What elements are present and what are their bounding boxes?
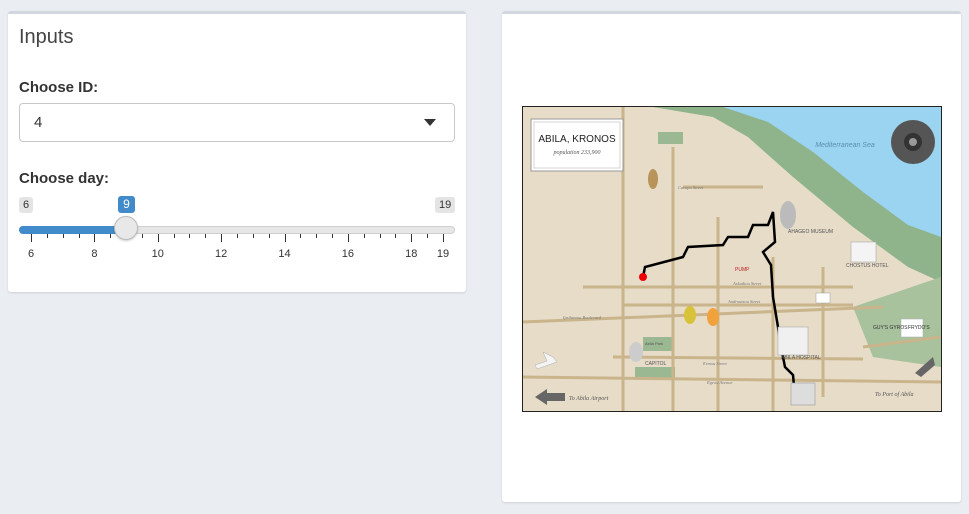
id-label: Choose ID: [19,79,99,96]
map-title-card [530,118,624,172]
slider-tick-label: 18 [405,248,418,260]
map-image: ABILA, KRONOS population 233,900 Mediter… [522,106,942,412]
slider-min-label: 6 [19,197,34,213]
slider-tick [141,234,143,238]
map-panel: ABILA, KRONOS population 233,900 Mediter… [502,11,961,502]
slider-tick-label: 16 [341,248,355,260]
slider-tick [94,234,96,242]
slider-tick [237,234,238,238]
location-marker-icon [639,273,647,281]
slider-tick [189,234,191,238]
street-label: Arkadiou Street [732,281,762,286]
map-park [658,132,683,144]
street-label: Carnpo Street [678,185,704,190]
cafe-icon [648,169,658,189]
slider-tick [157,234,159,242]
map-title: ABILA, KRONOS [538,134,616,145]
place-label: CHOSTUS HOTEL [846,263,889,269]
day-slider-fill [19,226,127,234]
shop-icon [815,292,831,304]
slider-tick [205,234,207,238]
place-label: FRYDO'S [908,325,930,331]
place-label: GUY'S GYROS [873,325,908,331]
slider-tick-label: 10 [151,248,164,260]
port-label: To Port of Abila [875,391,914,398]
id-select[interactable]: 4 [19,103,455,142]
day-label: Choose day: [19,170,110,187]
id-select-value: 4 [34,114,43,131]
abila-map: ABILA, KRONOS population 233,900 Mediter… [523,107,941,411]
slider-tick [284,234,286,242]
slider-tick [316,234,318,238]
airport-label: To Abila Airport [569,396,609,402]
sea-label: Mediterranean Sea [815,142,875,149]
slider-tick [31,234,32,242]
place-label: AHAGEO MUSEUM [788,229,833,235]
street-label: Egeou Avenue [706,380,733,385]
place-label: Abila Park [645,341,663,346]
slider-tick [173,234,175,238]
slider-tick [62,234,64,238]
inputs-panel: Inputs Choose ID: 4 Choose day: 6 19 9 6… [8,11,466,292]
slider-tick [411,234,413,242]
slider-tick-label: 6 [27,248,35,260]
slider-tick [110,234,112,238]
street-label: Androutsou Street [727,299,761,304]
map-subtitle: population 233,900 [552,150,600,156]
slider-tick [363,234,365,238]
balloon-icon [707,308,719,326]
place-label: ABILA HOSPITAL [781,355,821,361]
panel-title: Inputs [19,26,74,48]
slider-max-label: 19 [435,197,456,213]
slider-tick [332,234,334,238]
slider-tick [443,234,444,242]
slider-tick [300,234,302,238]
street-label: Ipsilantou Boulevard [562,315,602,320]
compass-dot [909,138,917,146]
slider-tick [46,234,48,238]
chevron-down-icon[interactable] [424,119,436,126]
slider-tick [427,234,429,238]
street-label: Ermou Street [702,361,727,366]
shield-icon [684,306,696,324]
museum-dome-icon [780,201,796,229]
capitol-dome-icon [629,342,643,362]
office-building-icon [790,382,816,406]
hotel-building-icon [850,241,877,263]
place-label: CAPITOL [645,361,667,367]
slider-tick [395,234,397,238]
hospital-building-icon [777,326,809,356]
slider-tick [78,234,80,238]
slider-tick-label: 19 [436,248,450,260]
day-slider-handle[interactable] [114,216,139,240]
slider-tick-label: 14 [278,248,291,260]
slider-tick [221,234,223,242]
slider-tick [347,234,349,242]
slider-tick [268,234,270,238]
slider-tick-label: 12 [215,248,228,260]
place-label: PUMP [735,267,750,273]
slider-tick [379,234,381,238]
slider-value-label: 9 [118,196,135,213]
slider-tick-label: 8 [91,248,98,260]
slider-tick [252,234,254,238]
